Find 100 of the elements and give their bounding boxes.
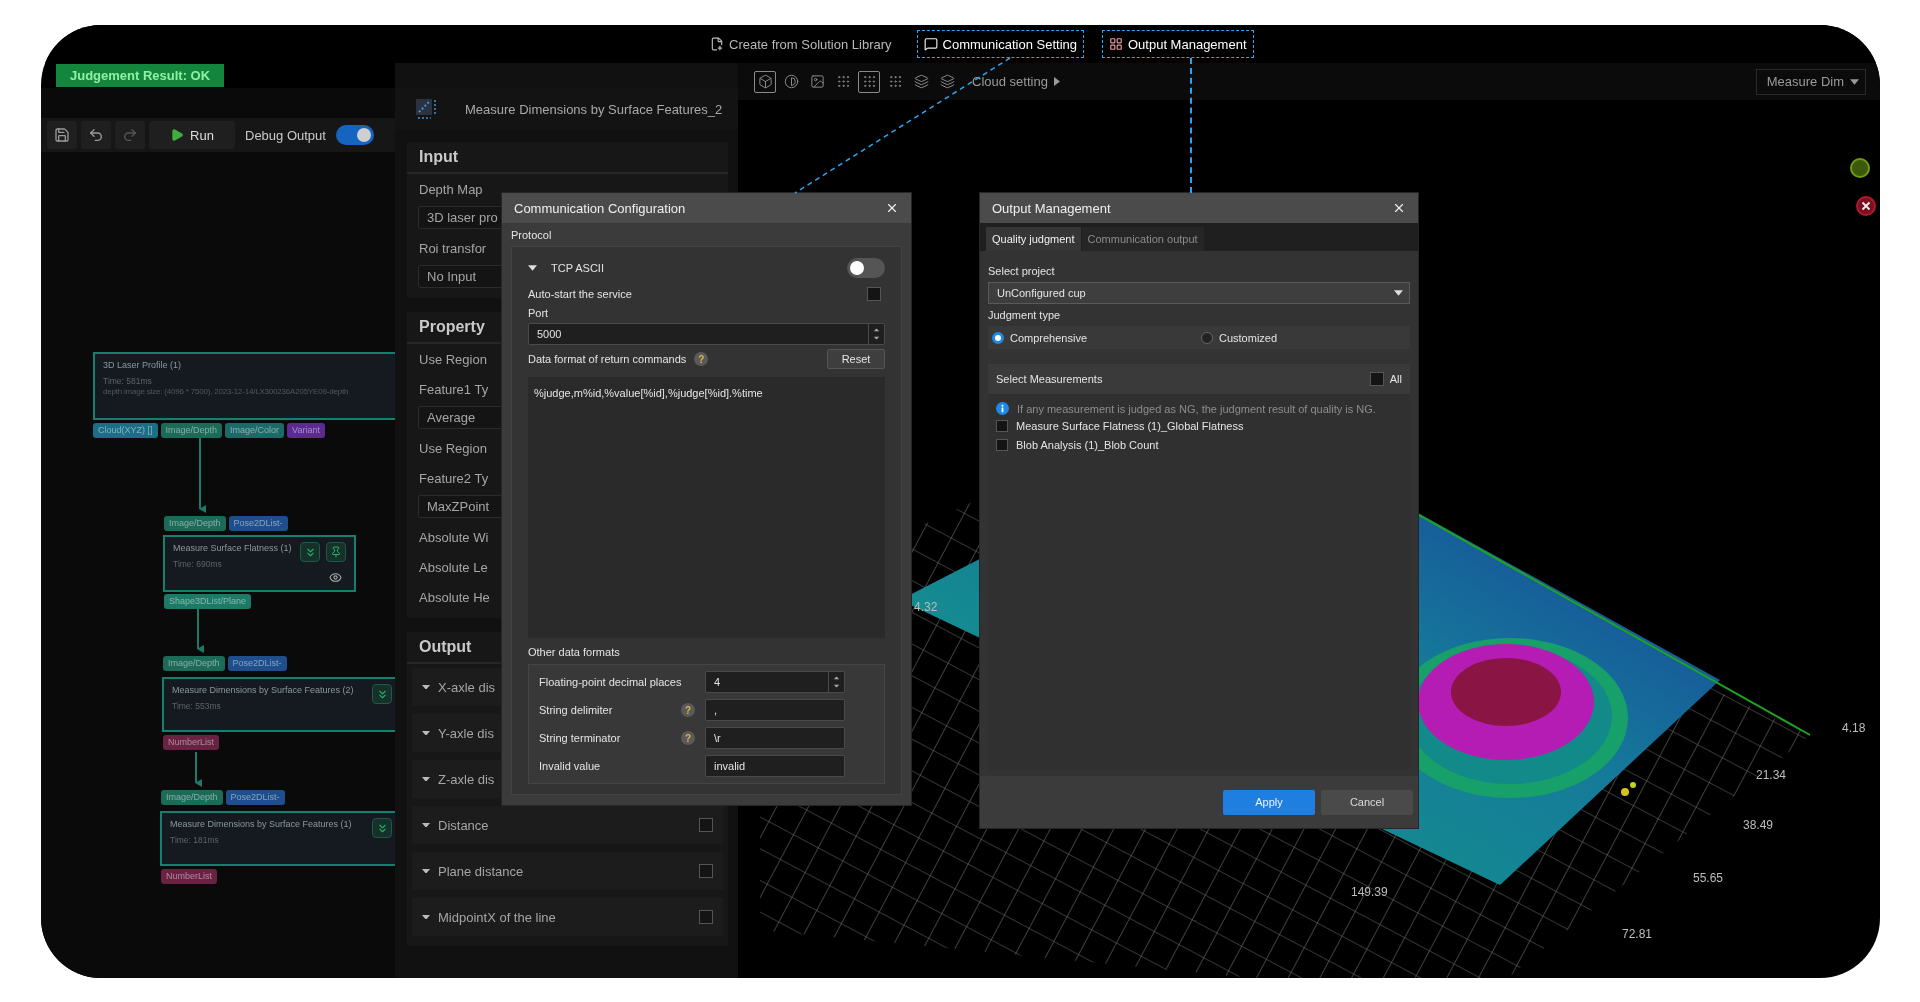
port-field[interactable]: 5000 <box>528 323 885 345</box>
checkbox[interactable] <box>996 439 1008 451</box>
run-button[interactable]: Run <box>149 121 235 149</box>
measurements-title: Select Measurements <box>996 373 1103 385</box>
view-tool-button[interactable] <box>858 70 880 93</box>
axis-label: 21.34 <box>1756 768 1787 782</box>
port-tag: Cloud(XYZ) [] <box>93 423 158 438</box>
save-button[interactable] <box>47 121 77 149</box>
graph-node[interactable]: Measure Dimensions by Surface Features (2) Time: 553ms <box>162 677 395 732</box>
radio-option[interactable]: Customized <box>1201 331 1410 344</box>
output-row[interactable]: Distance <box>412 806 723 844</box>
measure-dropdown[interactable]: Measure Dim <box>1755 68 1866 95</box>
collapse-icon[interactable] <box>372 818 392 838</box>
caret-icon <box>1394 290 1403 296</box>
checkbox[interactable] <box>1369 372 1384 386</box>
port-tag: NumberList <box>163 735 219 750</box>
dialog-title: Communication Configuration <box>514 200 686 216</box>
menu-button[interactable]: Output Management <box>1102 30 1254 58</box>
checkbox[interactable] <box>867 287 881 301</box>
checkbox[interactable] <box>699 910 713 924</box>
help-icon[interactable]: ? <box>694 352 709 366</box>
radio-button[interactable] <box>992 331 1004 344</box>
tab[interactable]: Quality judgment <box>986 227 1081 251</box>
status-icon <box>1849 157 1871 179</box>
help-icon[interactable]: ? <box>681 731 695 745</box>
info-icon <box>996 402 1009 415</box>
property-label: Roi transfor <box>419 240 487 256</box>
project-dropdown[interactable]: UnConfigured cup <box>988 282 1410 304</box>
graph-node[interactable]: Measure Dimensions by Surface Features (1) Time: 181ms <box>160 811 395 866</box>
panel-title: Measure Dimensions by Surface Features_2 <box>465 101 723 117</box>
node-time: Time: 690ms <box>173 559 223 569</box>
property-label: Feature2 Ty <box>419 470 489 486</box>
dot-grid-icon <box>861 74 877 89</box>
protocol-toggle[interactable] <box>847 258 885 278</box>
checkbox[interactable] <box>699 818 713 832</box>
tab[interactable]: Communication output <box>1081 227 1204 251</box>
section-heading: Input <box>419 148 459 166</box>
port-tag: Shape3DList/Plane <box>164 594 252 609</box>
section-heading: Output <box>419 638 472 656</box>
chat-icon <box>923 37 938 51</box>
judgment-type-label: Judgment type <box>988 309 1062 321</box>
property-label: Absolute Wi <box>419 529 489 545</box>
error-icon <box>1855 195 1877 217</box>
dot-grid-icon <box>887 74 903 89</box>
axis-label: 4.32 <box>914 600 938 614</box>
measurement-label: Blob Analysis (1)_Blob Count <box>1016 439 1159 451</box>
cloud-setting-menu[interactable]: Cloud setting <box>972 74 1060 89</box>
output-row[interactable]: Plane distance <box>412 852 723 890</box>
dialog-button[interactable]: Cancel <box>1321 789 1413 815</box>
port-tag: Variant <box>287 423 325 438</box>
caret-icon <box>1053 77 1060 86</box>
reset-button[interactable]: Reset <box>827 349 885 369</box>
checkbox[interactable] <box>699 864 713 878</box>
collapse-triangle-icon[interactable] <box>422 868 430 874</box>
input-field[interactable]: invalid <box>705 755 845 777</box>
property-label: Depth Map <box>419 181 483 197</box>
add-file-icon <box>710 37 724 51</box>
field-label: Floating-point decimal places <box>539 676 682 688</box>
pin-icon[interactable] <box>326 542 346 562</box>
menu-button[interactable]: Communication Setting <box>916 30 1084 58</box>
layers-icon <box>913 74 929 89</box>
checkbox[interactable] <box>996 420 1008 432</box>
dialog-title: Output Management <box>992 200 1111 216</box>
collapse-triangle-icon[interactable] <box>422 776 430 782</box>
collapse-triangle-icon[interactable] <box>422 914 430 920</box>
graph-node[interactable]: Measure Surface Flatness (1) Time: 690ms <box>163 535 356 592</box>
play-icon <box>170 128 185 142</box>
info-text: If any measurement is judged as NG, the judgment result of quality is NG. <box>1017 402 1376 415</box>
radio-option[interactable]: Comprehensive <box>992 331 1201 344</box>
section-heading: Property <box>419 318 485 336</box>
radio-button[interactable] <box>1201 331 1213 344</box>
axis-label: 149.39 <box>1351 885 1388 899</box>
debug-output-toggle[interactable] <box>335 125 374 145</box>
collapse-triangle-icon[interactable] <box>422 822 430 828</box>
port-tag: Pose2DList- <box>228 516 288 531</box>
close-icon <box>1392 201 1406 215</box>
expand-triangle-icon[interactable] <box>528 265 537 271</box>
property-label: Absolute Le <box>419 559 488 575</box>
help-icon[interactable]: ? <box>681 703 695 717</box>
dialog-button[interactable]: Apply <box>1223 789 1315 815</box>
input-field[interactable]: 4 <box>705 671 845 693</box>
collapse-triangle-icon[interactable] <box>422 684 430 690</box>
collapse-icon[interactable] <box>300 542 320 562</box>
port-tag: Image/Depth <box>164 516 226 531</box>
undo-icon <box>88 127 104 143</box>
output-row[interactable]: MidpointX of the line <box>412 898 723 936</box>
input-field[interactable]: , <box>705 699 845 721</box>
node-title: 3D Laser Profile (1) <box>103 360 183 370</box>
menu-button[interactable]: Create from Solution Library <box>703 30 899 58</box>
input-field[interactable]: \r <box>705 727 845 749</box>
debug-output-label: Debug Output <box>245 127 326 143</box>
port-tag: Pose2DList- <box>227 656 287 671</box>
collapse-icon[interactable] <box>372 684 392 704</box>
undo-button[interactable] <box>81 121 111 149</box>
port-tag: Image/Depth <box>160 423 223 438</box>
property-label: Feature1 Ty <box>419 381 489 397</box>
format-text-area[interactable]: %judge,m%id,%value[%id],%judge[%id].%time <box>528 377 885 638</box>
node-title: Measure Dimensions by Surface Features (2) <box>172 685 355 695</box>
view-tool-button[interactable] <box>754 70 776 93</box>
collapse-triangle-icon[interactable] <box>422 730 430 736</box>
